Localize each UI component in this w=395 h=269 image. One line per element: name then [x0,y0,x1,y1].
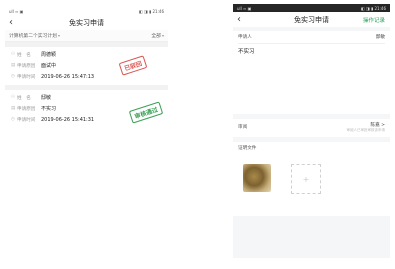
attachment-section: 证明文件 + [233,142,390,216]
time-value: 2019-06-26 15:41:31 [41,116,95,123]
approver-row[interactable]: 审阅 陈嘉 > 审阅人已审批审核该申请 [233,119,390,137]
chevron-down-icon: ▾ [57,33,60,38]
plus-icon: + [302,174,310,184]
status-bar: ull ≈ ▣ ◧ ◨ ▮ 21:46 [233,4,390,12]
approver-hint: 审阅人已审批审核该申请 [346,128,386,132]
attachment-label: 证明文件 [238,146,257,151]
status-time: ◧ ◨ ▮ 21:46 [138,8,164,14]
reason-textarea[interactable]: 不实习 [233,44,390,114]
nav-bar: ‹ 免实习申请 [5,15,168,30]
approver-label: 审阅 [238,125,248,130]
attachment-thumbnail[interactable] [243,164,271,192]
plan-filter[interactable]: 计算机第二个实习计划▾ [9,32,60,39]
time-value: 2019-06-26 15:47:13 [41,73,95,80]
add-attachment-button[interactable]: + [291,164,321,194]
back-icon[interactable]: ‹ [9,17,19,28]
chevron-down-icon: ▾ [161,33,164,38]
signal-icons: ull ≈ ▣ [237,5,252,11]
list-item[interactable]: ⚇ 姓 名周德颖 ▤ 申请原因 面试中 ◷ 申请时间 2019-06-26 15:47:1… [5,47,168,85]
operation-record-link[interactable]: 操作记录 [363,16,385,24]
applicant-label: 申请人 [238,35,252,40]
applicant-name: 邸敏 [41,95,52,101]
page-title: 免实习申请 [69,18,104,27]
detail-screen: ull ≈ ▣ ◧ ◨ ▮ 21:46 ‹ 免实习申请 操作记录 申请人 邸敏 … [233,4,390,258]
filter-bar: 计算机第二个实习计划▾ 全部▾ [5,30,168,42]
reason-value: 面试中 [41,63,57,69]
applicant-name: 周德颖 [41,52,57,58]
reason-value: 不实习 [41,106,57,112]
list-screen: ull ≈ ▣ ◧ ◨ ▮ 21:46 ‹ 免实习申请 计算机第二个实习计划▾ … [5,7,168,190]
applicant-value: 邸敏 [375,35,385,40]
list-item[interactable]: ⚇ 姓 名邸敏 ▤ 申请原因 不实习 ◷ 申请时间 2019-06-26 15:41:31… [5,90,168,128]
signal-icons: ull ≈ ▣ [9,8,24,14]
back-icon[interactable]: ‹ [237,14,247,25]
status-bar: ull ≈ ▣ ◧ ◨ ▮ 21:46 [5,7,168,15]
nav-bar: ‹ 免实习申请 操作记录 [233,12,390,27]
status-time: ◧ ◨ ▮ 21:46 [360,5,386,11]
applicant-field: 申请人 邸敏 [233,31,390,44]
scope-filter[interactable]: 全部▾ [151,32,164,39]
